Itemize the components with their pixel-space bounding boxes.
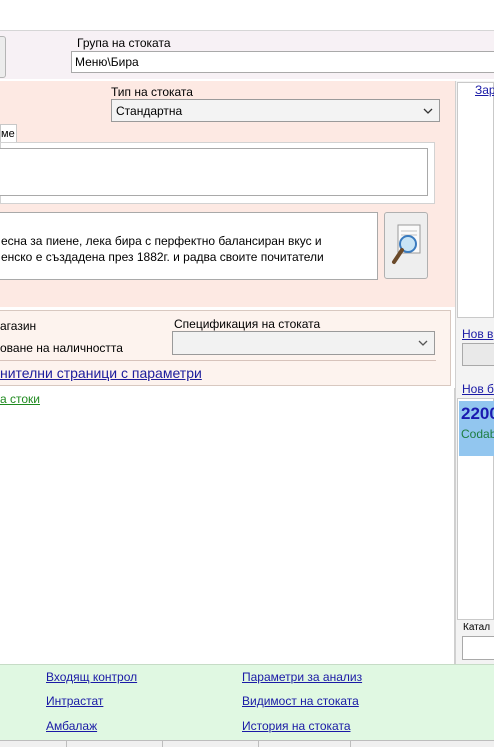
chevron-down-icon	[418, 340, 428, 346]
magnifier-icon	[392, 224, 421, 264]
name-input[interactable]	[0, 148, 428, 196]
catalog-label: Катал	[463, 622, 491, 633]
tab-name[interactable]: ме	[0, 124, 17, 143]
type-label: Тип на стоката	[111, 85, 193, 99]
barcode-item[interactable]: 2200 Codab	[459, 401, 494, 456]
strip-sep-3	[258, 741, 259, 747]
analysis-params-link[interactable]: Параметри за анализ	[242, 670, 362, 684]
strip-sep-2	[162, 741, 163, 747]
type-select[interactable]: Стандартна	[111, 99, 440, 122]
visibility-link[interactable]: Видимост на стоката	[242, 694, 359, 708]
strip-sep-4	[350, 741, 351, 747]
right-input[interactable]	[462, 343, 494, 366]
lower-area	[0, 388, 455, 664]
store-divider	[0, 360, 436, 361]
strip-sep-1	[66, 741, 67, 747]
new-link-1[interactable]: Нов в	[462, 327, 493, 341]
spec-select[interactable]	[172, 331, 435, 355]
new-link-2[interactable]: Нов б	[462, 382, 494, 396]
preview-button[interactable]	[384, 212, 428, 279]
right-top-box	[457, 82, 494, 318]
top-bar	[0, 0, 494, 30]
type-value: Стандартна	[116, 104, 183, 118]
pages-link[interactable]: нителни страници с параметри	[0, 365, 202, 381]
right-top-link[interactable]: Зар	[475, 83, 494, 97]
packaging-link[interactable]: Амбалаж	[46, 719, 97, 733]
store-label-1: агазин	[0, 319, 37, 333]
barcode-type: Codab	[461, 427, 494, 441]
spec-label: Спецификация на стоката	[174, 317, 321, 331]
intrastat-link[interactable]: Интрастат	[46, 694, 103, 708]
tab-name-label: ме	[1, 128, 15, 140]
catalog-input[interactable]	[462, 636, 494, 660]
left-edge-button[interactable]	[0, 36, 6, 78]
description-line-1: есна за пиене, лека бира с перфектно бал…	[1, 234, 322, 248]
group-label: Група на стоката	[77, 36, 171, 50]
description-line-2: енско е създадена през 1882г. и радва св…	[1, 250, 324, 264]
description-field[interactable]: есна за пиене, лека бира с перфектно бал…	[0, 212, 378, 280]
barcode-value: 2200	[461, 404, 494, 423]
group-value: Меню\Бира	[75, 55, 139, 69]
chevron-down-icon	[423, 108, 433, 114]
incoming-control-link[interactable]: Входящ контрол	[46, 670, 137, 684]
store-label-2: оване на наличността	[0, 341, 123, 355]
bottom-strip	[0, 740, 494, 747]
group-field[interactable]: Меню\Бира	[71, 51, 494, 73]
history-link[interactable]: История на стоката	[242, 719, 351, 733]
